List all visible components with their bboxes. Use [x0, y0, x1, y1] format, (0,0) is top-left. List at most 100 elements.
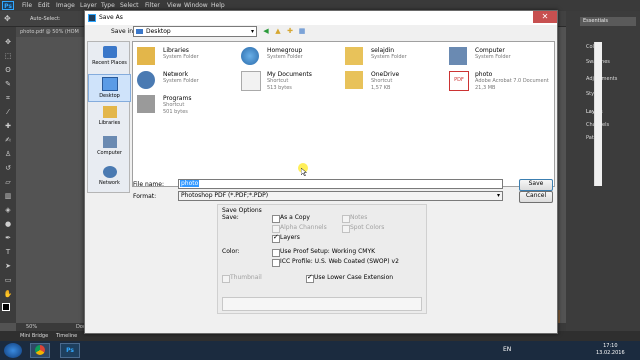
workspace-select[interactable]: Essentials: [580, 17, 636, 26]
clock-time: 17:10: [603, 343, 618, 349]
file-name-input[interactable]: photo: [178, 179, 503, 189]
new-folder-icon[interactable]: ✚: [285, 26, 295, 36]
shape-tool-icon[interactable]: ▭: [3, 275, 13, 285]
chevron-down-icon: ▾: [496, 192, 500, 199]
language-indicator[interactable]: EN: [503, 346, 511, 353]
tab-timeline[interactable]: Timeline: [56, 333, 77, 339]
file-size: 1,57 KB: [371, 85, 391, 91]
alpha-channels-checkbox[interactable]: [272, 225, 280, 233]
file-type: System Folder: [163, 78, 199, 84]
menu-edit[interactable]: Edit: [38, 2, 50, 9]
menu-type[interactable]: Type: [101, 2, 115, 9]
file-type: System Folder: [475, 54, 511, 60]
format-select[interactable]: Photoshop PDF (*.PDF;*.PDP) ▾: [178, 191, 503, 201]
tab-mini-bridge[interactable]: Mini Bridge: [20, 333, 48, 339]
back-icon[interactable]: ◀: [261, 26, 271, 36]
file-item-onedrive[interactable]: OneDrive Shortcut 1,57 KB: [345, 70, 445, 94]
save-button[interactable]: Save: [519, 179, 553, 191]
type-tool-icon[interactable]: T: [3, 247, 13, 257]
recent-places-icon: [102, 46, 117, 58]
menu-select[interactable]: Select: [120, 2, 139, 9]
zoom-level: 50%: [26, 324, 38, 330]
file-size: 513 bytes: [267, 85, 292, 91]
path-select-tool-icon[interactable]: ➤: [3, 261, 13, 271]
lower-case-extension-checkbox[interactable]: [306, 273, 314, 283]
gradient-tool-icon[interactable]: ▥: [3, 191, 13, 201]
menu-image[interactable]: Image: [56, 2, 75, 9]
layers-label: Layers: [280, 234, 300, 241]
view-menu-icon[interactable]: ▦: [297, 26, 307, 36]
history-brush-tool-icon[interactable]: ↺: [3, 163, 13, 173]
healing-tool-icon[interactable]: ✚: [3, 121, 13, 131]
save-options-panel: Save Options Save: As a Copy Notes Alpha…: [217, 204, 427, 314]
file-item-homegroup[interactable]: Homegroup System Folder: [241, 46, 341, 70]
file-list[interactable]: Libraries System Folder Homegroup System…: [132, 41, 602, 187]
desktop-icon: [101, 77, 118, 91]
place-label: Recent Places: [92, 60, 127, 66]
spot-colors-checkbox[interactable]: [342, 225, 350, 233]
file-type: System Folder: [267, 54, 303, 60]
file-size: 501 bytes: [163, 109, 188, 115]
chrome-taskbar-icon[interactable]: [30, 343, 50, 358]
cancel-button[interactable]: Cancel: [519, 191, 553, 203]
eyedropper-tool-icon[interactable]: ⁄: [3, 107, 13, 117]
windows-taskbar: [0, 341, 640, 360]
thumbnail-label: Thumbnail: [230, 274, 262, 281]
place-recent-places[interactable]: Recent Places: [88, 44, 131, 72]
dodge-tool-icon[interactable]: ●: [3, 219, 13, 229]
place-desktop[interactable]: Desktop: [88, 74, 131, 102]
marquee-tool-icon[interactable]: ⬚: [3, 51, 13, 61]
photoshop-taskbar-icon[interactable]: Ps: [60, 343, 80, 358]
notes-checkbox[interactable]: [342, 215, 350, 223]
document-tab[interactable]: photo.pdf @ 50% (HOM: [16, 27, 86, 37]
menu-help[interactable]: Help: [211, 2, 225, 9]
clock[interactable]: 17:10 13.02.2016: [596, 343, 625, 357]
file-type: Shortcut: [163, 102, 185, 108]
file-item-libraries[interactable]: Libraries System Folder: [137, 46, 237, 70]
place-libraries[interactable]: Libraries: [88, 104, 131, 132]
file-item-selajdin[interactable]: selajdin System Folder: [345, 46, 445, 70]
crop-tool-icon[interactable]: ⌗: [3, 93, 13, 103]
quick-select-tool-icon[interactable]: ✎: [3, 79, 13, 89]
menu-file[interactable]: File: [22, 2, 32, 9]
homegroup-icon: [241, 47, 259, 65]
place-computer[interactable]: Computer: [88, 134, 131, 162]
file-item-programs[interactable]: Programs Shortcut 501 bytes: [137, 94, 237, 118]
as-a-copy-checkbox[interactable]: [272, 215, 280, 223]
eraser-tool-icon[interactable]: ▱: [3, 177, 13, 187]
stamp-tool-icon[interactable]: ♙: [3, 149, 13, 159]
icc-profile-checkbox[interactable]: [272, 259, 280, 267]
file-name: Libraries: [163, 47, 189, 54]
menu-layer[interactable]: Layer: [80, 2, 97, 9]
blur-tool-icon[interactable]: ◈: [3, 205, 13, 215]
save-as-dialog: Save As ✕ Save in: Desktop ▾ ◀ ▲ ✚ ▦ Rec…: [84, 10, 602, 334]
place-network[interactable]: Network: [88, 164, 131, 192]
file-name: OneDrive: [371, 71, 400, 78]
move-tool-icon[interactable]: ✥: [3, 37, 13, 47]
file-item-network[interactable]: Network System Folder: [137, 70, 237, 94]
move-tool-icon[interactable]: ✥: [4, 14, 11, 23]
file-item-photo[interactable]: PDF photo Adobe Acrobat 7.0 Document 21,…: [449, 70, 549, 94]
vertical-scrollbar[interactable]: [594, 42, 602, 186]
thumbnail-checkbox[interactable]: [222, 275, 230, 283]
lasso-tool-icon[interactable]: ʘ: [3, 65, 13, 75]
up-folder-icon[interactable]: ▲: [273, 26, 283, 36]
file-item-computer[interactable]: Computer System Folder: [449, 46, 549, 70]
layers-checkbox[interactable]: [272, 233, 280, 243]
file-name: selajdin: [371, 47, 395, 54]
file-item-my-documents[interactable]: My Documents Shortcut 513 bytes: [241, 70, 341, 94]
pen-tool-icon[interactable]: ✒: [3, 233, 13, 243]
close-button[interactable]: ✕: [533, 11, 557, 23]
save-in-label: Save in:: [111, 28, 136, 35]
file-type: Shortcut: [267, 78, 289, 84]
hand-tool-icon[interactable]: ✋: [3, 289, 13, 299]
user-folder-icon: [345, 47, 363, 65]
menu-filter[interactable]: Filter: [145, 2, 160, 9]
menu-window[interactable]: Window: [184, 2, 208, 9]
start-button[interactable]: [4, 343, 22, 358]
brush-tool-icon[interactable]: ✍: [3, 135, 13, 145]
save-in-select[interactable]: Desktop ▾: [133, 26, 257, 37]
foreground-color-swatch[interactable]: [2, 303, 10, 311]
menu-view[interactable]: View: [167, 2, 181, 9]
use-proof-setup-checkbox[interactable]: [272, 249, 280, 257]
